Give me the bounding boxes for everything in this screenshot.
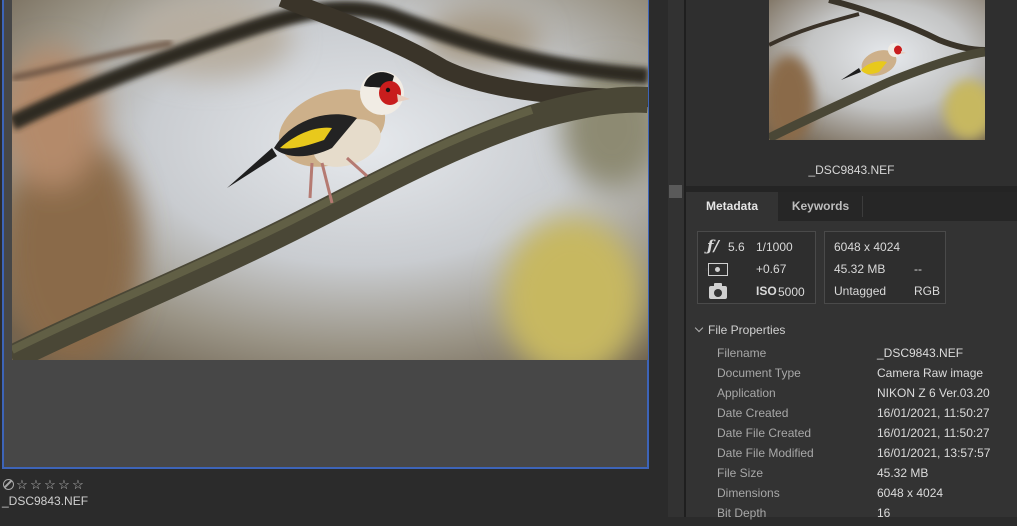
property-value: 6048 x 4024 (877, 486, 944, 500)
property-label: Bit Depth (717, 506, 767, 520)
resolution-value: -- (914, 262, 922, 276)
property-value: 16/01/2021, 11:50:27 (877, 406, 990, 420)
iso-label: ISO (756, 284, 777, 298)
panel-resize-handle[interactable] (669, 185, 682, 198)
exposure-compensation-value: +0.67 (756, 262, 787, 276)
property-row: Filename _DSC9843.NEF (686, 346, 1017, 366)
aperture-icon: ƒ/ (707, 237, 719, 255)
star-icon[interactable]: ☆ (58, 478, 70, 491)
property-label: Document Type (717, 366, 801, 380)
color-mode-value: RGB (914, 284, 941, 298)
property-value: 16/01/2021, 13:57:57 (877, 446, 991, 460)
reject-icon[interactable] (3, 478, 14, 490)
iso-value: 5000 (778, 285, 805, 299)
star-icon[interactable]: ☆ (44, 478, 56, 491)
camera-icon (709, 283, 727, 299)
property-value: 16/01/2021, 11:50:27 (877, 426, 990, 440)
property-value: 16 (877, 506, 891, 520)
property-row: Date File Modified 16/01/2021, 13:57:57 (686, 446, 1017, 466)
panel-tab-bar: Metadata Keywords (686, 192, 1017, 221)
property-value: 45.32 MB (877, 466, 929, 480)
thumbnail-filename[interactable]: _DSC9843.NEF (2, 494, 88, 508)
property-row: File Size 45.32 MB (686, 466, 1017, 486)
preview-panel: _DSC9843.NEF (686, 0, 1017, 186)
star-icon[interactable]: ☆ (30, 478, 42, 491)
property-label: File Size (717, 466, 764, 480)
file-properties-title: File Properties (708, 323, 786, 337)
image-info-placard: 6048 x 4024 45.32 MB -- Untagged RGB (824, 231, 946, 304)
preview-filename: _DSC9843.NEF (808, 163, 895, 177)
dimensions-value: 6048 x 4024 (834, 240, 901, 254)
property-row: Date Created 16/01/2021, 11:50:27 (686, 406, 1017, 426)
thumbnail-image[interactable] (12, 0, 648, 360)
file-size-value: 45.32 MB (834, 262, 886, 276)
rating-row: ☆ ☆ ☆ ☆ ☆ (3, 476, 84, 492)
aperture-value: 5.6 (728, 240, 745, 254)
property-value: Camera Raw image (877, 366, 984, 380)
tab-keywords[interactable]: Keywords (778, 192, 863, 221)
star-icon[interactable]: ☆ (72, 478, 84, 491)
tab-metadata[interactable]: Metadata (686, 192, 778, 221)
content-scrollbar[interactable] (668, 0, 684, 517)
property-label: Dimensions (717, 486, 780, 500)
property-row: Application NIKON Z 6 Ver.03.20 (686, 386, 1017, 406)
property-label: Date File Created (717, 426, 812, 440)
exposure-placard: ƒ/ 5.6 1/1000 +0.67 ISO 5000 (697, 231, 816, 304)
file-properties-header[interactable]: File Properties (694, 323, 786, 337)
property-label: Application (717, 386, 776, 400)
metadata-panel: ƒ/ 5.6 1/1000 +0.67 ISO 5000 6048 x 4024… (686, 221, 1017, 520)
star-icon[interactable]: ☆ (16, 478, 28, 491)
property-label: Date File Modified (717, 446, 814, 460)
shutter-speed-value: 1/1000 (756, 240, 793, 254)
color-profile-value: Untagged (834, 284, 887, 298)
property-row: Document Type Camera Raw image (686, 366, 1017, 386)
metering-icon (705, 263, 728, 276)
chevron-down-icon[interactable] (694, 323, 704, 333)
property-label: Date Created (717, 406, 789, 420)
property-row: Bit Depth 16 (686, 506, 1017, 526)
property-row: Date File Created 16/01/2021, 11:50:27 (686, 426, 1017, 446)
property-label: Filename (717, 346, 767, 360)
thumbnail-cell-selected[interactable] (2, 0, 649, 469)
property-row: Dimensions 6048 x 4024 (686, 486, 1017, 506)
property-value: NIKON Z 6 Ver.03.20 (877, 386, 990, 400)
preview-image[interactable] (769, 0, 985, 140)
property-value: _DSC9843.NEF (877, 346, 964, 360)
content-panel: ☆ ☆ ☆ ☆ ☆ _DSC9843.NEF (0, 0, 668, 517)
